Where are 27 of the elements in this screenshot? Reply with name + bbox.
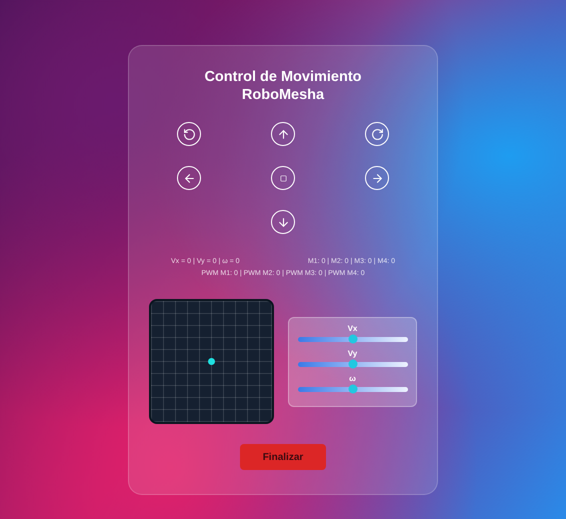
card-title: RoboMesha bbox=[242, 86, 324, 104]
arrow-left-icon bbox=[182, 172, 196, 185]
slider-track[interactable] bbox=[298, 362, 408, 367]
slider-track[interactable] bbox=[298, 336, 408, 342]
arrow-right-icon bbox=[370, 172, 384, 185]
square-icon bbox=[280, 174, 286, 182]
slider-thumb[interactable] bbox=[348, 384, 357, 394]
slider-thumb[interactable] bbox=[348, 360, 357, 369]
up-button[interactable] bbox=[271, 122, 295, 146]
slider-thumb[interactable] bbox=[348, 334, 357, 344]
down-button[interactable] bbox=[271, 210, 295, 234]
arrow-down-icon bbox=[276, 216, 290, 229]
card-title: Control de Movimiento bbox=[204, 68, 362, 86]
arrow-up-icon bbox=[276, 128, 290, 141]
stop-button[interactable] bbox=[271, 166, 295, 190]
slider-label: Vy bbox=[348, 350, 358, 358]
slider-label: ω bbox=[349, 374, 356, 383]
left-button[interactable] bbox=[177, 166, 201, 190]
right-button[interactable] bbox=[365, 166, 389, 190]
rotate-right-button[interactable] bbox=[365, 122, 389, 146]
rotate-left-button[interactable] bbox=[177, 122, 201, 146]
rotate-left-icon bbox=[182, 128, 196, 141]
finish-button[interactable]: Finalizar bbox=[240, 444, 326, 470]
joystick-dot[interactable] bbox=[208, 358, 215, 366]
rotate-right-icon bbox=[370, 128, 384, 141]
slider-track[interactable] bbox=[298, 386, 408, 392]
slider-label: Vx bbox=[348, 324, 358, 333]
